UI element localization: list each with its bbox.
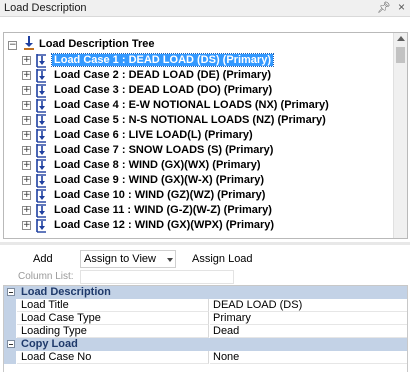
collapse-icon[interactable]: − xyxy=(8,41,17,50)
column-list-field[interactable] xyxy=(80,270,234,284)
row-gutter xyxy=(4,325,16,338)
expand-icon[interactable]: + xyxy=(22,116,31,125)
tree-item-label: Load Case 9 : WIND (GX)(W-X) (Primary) xyxy=(54,174,265,186)
tree-item-label: Load Case 5 : N-S NOTIONAL LOADS (NZ) (P… xyxy=(54,114,326,126)
property-row[interactable]: Load Case Type Primary xyxy=(4,312,407,325)
tree-item-label: Load Case 11 : WIND (G-Z)(W-Z) (Primary) xyxy=(54,204,272,216)
load-tree-icon xyxy=(24,36,34,50)
tree-item-label: Load Case 1 : DEAD LOAD (DS) (Primary) xyxy=(51,53,274,67)
expand-icon[interactable]: + xyxy=(22,161,31,170)
column-list-row: Column List: xyxy=(0,270,410,284)
load-case-icon xyxy=(36,54,46,68)
assign-mode-value: Assign to View xyxy=(84,253,156,265)
tree-item-load-case[interactable]: + Load Case 2 : DEAD LOAD (DE) (Primary) xyxy=(22,68,392,83)
tree-item-load-case[interactable]: + Load Case 9 : WIND (GX)(W-X) (Primary) xyxy=(22,173,392,188)
tree-item-load-case[interactable]: + Load Case 1 : DEAD LOAD (DS) (Primary) xyxy=(22,53,392,68)
expand-icon[interactable]: + xyxy=(22,206,31,215)
load-case-icon xyxy=(36,84,46,98)
property-key: Load Case Type xyxy=(17,312,209,325)
row-gutter xyxy=(4,312,16,325)
tree-item-label: Load Case 4 : E-W NOTIONAL LOADS (NX) (P… xyxy=(54,99,329,111)
load-case-icon xyxy=(36,174,46,188)
tree-item-load-case[interactable]: + Load Case 5 : N-S NOTIONAL LOADS (NZ) (… xyxy=(22,113,392,128)
expand-icon[interactable]: + xyxy=(22,101,31,110)
tree-item-label: Load Case 3 : DEAD LOAD (DO) (Primary) xyxy=(54,84,273,96)
row-gutter xyxy=(4,299,16,312)
property-value[interactable]: Dead xyxy=(210,325,407,338)
property-row[interactable]: Loading Type Dead xyxy=(4,325,407,338)
pin-icon[interactable]: 📌︎ xyxy=(377,1,391,14)
load-case-icon xyxy=(36,204,46,218)
property-grid: Load Description Load Title DEAD LOAD (DS)… xyxy=(3,285,408,372)
panel-titlebar: Load Description 📌︎ × xyxy=(0,0,410,17)
expand-icon[interactable]: + xyxy=(22,131,31,140)
panel-splitter[interactable] xyxy=(0,242,410,245)
tree-item-load-case[interactable]: + Load Case 8 : WIND (GX)(WX) (Primary) xyxy=(22,158,392,173)
tree-item-label: Load Case 6 : LIVE LOAD(L) (Primary) xyxy=(54,129,253,141)
tree-vertical-scrollbar[interactable] xyxy=(393,33,407,238)
property-key: Loading Type xyxy=(17,325,209,338)
tree-item-label: Load Case 12 : WIND (GX)(WPX) (Primary) xyxy=(54,219,275,231)
expand-icon[interactable]: + xyxy=(22,191,31,200)
column-list-label: Column List: xyxy=(18,271,74,282)
property-section-header[interactable]: Copy Load xyxy=(4,338,407,351)
load-case-icon xyxy=(36,189,46,203)
row-gutter xyxy=(4,351,16,364)
collapse-icon[interactable] xyxy=(7,340,15,348)
tree-item-load-case[interactable]: + Load Case 11 : WIND (G-Z)(W-Z) (Primary… xyxy=(22,203,392,218)
property-section-title: Copy Load xyxy=(21,338,78,350)
load-description-tree[interactable]: − Load Description Tree + Load Case 1 : D… xyxy=(3,32,408,239)
add-button[interactable]: Add xyxy=(33,253,53,265)
panel-title: Load Description xyxy=(4,2,87,14)
load-case-icon xyxy=(36,144,46,158)
property-section-title: Load Description xyxy=(21,286,111,298)
load-case-icon xyxy=(36,129,46,143)
property-value[interactable]: Primary xyxy=(210,312,407,325)
load-case-icon xyxy=(36,219,46,233)
tree-root-label: Load Description Tree xyxy=(39,38,155,50)
tree-item-label: Load Case 7 : SNOW LOADS (S) (Primary) xyxy=(54,144,274,156)
property-value[interactable]: DEAD LOAD (DS) xyxy=(210,299,407,312)
scroll-up-icon[interactable] xyxy=(397,36,405,41)
property-row[interactable]: Load Title DEAD LOAD (DS) xyxy=(4,299,407,312)
load-case-icon xyxy=(36,114,46,128)
load-toolbar: Add Assign to View Assign Load xyxy=(0,248,410,270)
expand-icon[interactable]: + xyxy=(22,221,31,230)
load-case-icon xyxy=(36,99,46,113)
tree-item-load-case[interactable]: + Load Case 6 : LIVE LOAD(L) (Primary) xyxy=(22,128,392,143)
tree-item-load-case[interactable]: + Load Case 7 : SNOW LOADS (S) (Primary) xyxy=(22,143,392,158)
expand-icon[interactable]: + xyxy=(22,86,31,95)
expand-icon[interactable]: + xyxy=(22,56,31,65)
expand-icon[interactable]: + xyxy=(22,146,31,155)
property-key: Load Title xyxy=(17,299,209,312)
tree-item-label: Load Case 2 : DEAD LOAD (DE) (Primary) xyxy=(54,69,271,81)
assign-mode-dropdown[interactable]: Assign to View xyxy=(80,250,176,268)
tree-item-label: Load Case 10 : WIND (GZ)(WZ) (Primary) xyxy=(54,189,266,201)
property-section-header[interactable]: Load Description xyxy=(4,286,407,299)
tree-item-load-case[interactable]: + Load Case 10 : WIND (GZ)(WZ) (Primary) xyxy=(22,188,392,203)
expand-icon[interactable]: + xyxy=(22,176,31,185)
tree-item-load-case[interactable]: + Load Case 12 : WIND (GX)(WPX) (Primary) xyxy=(22,218,392,233)
tree-root-node[interactable]: − Load Description Tree xyxy=(8,36,388,54)
scroll-thumb[interactable] xyxy=(396,47,405,63)
property-key: Load Case No xyxy=(17,351,209,364)
property-row[interactable]: Load Case No None xyxy=(4,351,407,364)
tree-item-load-case[interactable]: + Load Case 4 : E-W NOTIONAL LOADS (NX) (… xyxy=(22,98,392,113)
assign-load-button[interactable]: Assign Load xyxy=(192,253,253,265)
load-case-icon xyxy=(36,159,46,173)
chevron-down-icon xyxy=(167,258,173,262)
tree-item-label: Load Case 8 : WIND (GX)(WX) (Primary) xyxy=(54,159,261,171)
expand-icon[interactable]: + xyxy=(22,71,31,80)
load-case-icon xyxy=(36,69,46,83)
close-icon[interactable]: × xyxy=(398,0,405,14)
tree-item-load-case[interactable]: + Load Case 3 : DEAD LOAD (DO) (Primary) xyxy=(22,83,392,98)
property-value[interactable]: None xyxy=(210,351,407,364)
collapse-icon[interactable] xyxy=(7,288,15,296)
